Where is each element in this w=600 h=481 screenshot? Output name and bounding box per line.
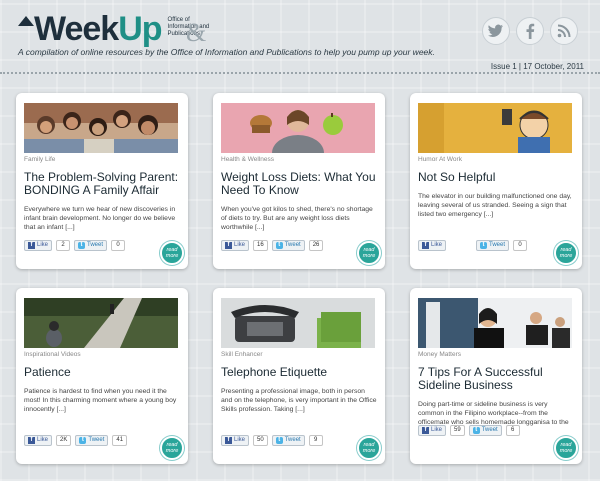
share-bar: f Like 2K t Tweet 41 <box>24 435 128 446</box>
twitter-bird-icon: t <box>480 242 488 249</box>
facebook-like-button[interactable]: f Like <box>418 240 447 251</box>
tweet-button[interactable]: t Tweet <box>271 240 305 251</box>
article-title[interactable]: Weight Loss Diets: What You Need To Know <box>221 171 377 197</box>
page-header: WeekUp Office of Information and Publica… <box>0 0 600 76</box>
tagline: A compilation of online resources by the… <box>18 47 435 57</box>
article-card[interactable]: Health & Wellness Weight Loss Diets: Wha… <box>213 93 385 269</box>
twitter-icon[interactable] <box>482 17 510 45</box>
share-bar: f Like 2 t Tweet 0 <box>24 240 126 251</box>
share-bar: f Like 16 t Tweet 26 <box>221 240 324 251</box>
like-count: 59 <box>450 425 465 436</box>
like-count: 2K <box>56 435 72 446</box>
tweet-button[interactable]: t Tweet <box>74 240 108 251</box>
facebook-f-icon: f <box>422 242 429 249</box>
article-title[interactable]: Telephone Etiquette <box>221 366 377 379</box>
twitter-bird-icon: t <box>79 437 87 444</box>
twitter-bird-icon: t <box>78 242 86 249</box>
article-category[interactable]: Health & Wellness <box>221 156 377 163</box>
facebook-like-button[interactable]: f Like <box>418 425 447 436</box>
like-count: 50 <box>253 435 268 446</box>
article-card[interactable]: Inspirational Videos Patience Patience i… <box>16 288 188 464</box>
article-excerpt: When you've got kilos to shed, there's n… <box>221 206 373 231</box>
logo-roof-icon <box>18 16 34 30</box>
article-excerpt: Everywhere we turn we hear of new discov… <box>24 206 176 231</box>
tweet-button[interactable]: t Tweet <box>468 425 502 436</box>
issue-date: Issue 1 | 17 October, 2011 <box>490 62 584 71</box>
twitter-bird-icon: t <box>275 242 283 249</box>
read-more-button[interactable]: read more <box>160 436 184 460</box>
twitter-bird-icon: t <box>275 437 283 444</box>
tweet-count: 6 <box>505 425 520 436</box>
article-thumbnail-business[interactable] <box>418 298 572 348</box>
article-category[interactable]: Skill Enhancer <box>221 351 377 358</box>
facebook-f-icon: f <box>28 437 35 444</box>
read-more-button[interactable]: read more <box>554 241 578 265</box>
tweet-count: 41 <box>112 435 128 446</box>
article-card[interactable]: Skill Enhancer Telephone Etiquette Prese… <box>213 288 385 464</box>
rss-icon[interactable] <box>550 17 578 45</box>
article-thumbnail-cartoon[interactable] <box>418 103 572 153</box>
facebook-f-icon: f <box>422 427 429 434</box>
article-thumbnail-telephone[interactable] <box>221 298 375 348</box>
facebook-f-icon: f <box>28 242 35 249</box>
article-category[interactable]: Inspirational Videos <box>24 351 180 358</box>
article-category[interactable]: Family Life <box>24 156 180 163</box>
tweet-button[interactable]: t Tweet <box>75 435 109 446</box>
logo-ampersand: & <box>186 18 207 47</box>
article-thumbnail-patience[interactable] <box>24 298 178 348</box>
article-excerpt: Patience is hardest to find when you nee… <box>24 388 177 413</box>
article-title[interactable]: The Problem-Solving Parent: BONDING A Fa… <box>24 171 180 197</box>
read-more-button[interactable]: read more <box>357 436 381 460</box>
article-excerpt: The elevator in our building malfunction… <box>418 193 572 218</box>
facebook-like-button[interactable]: f Like <box>24 240 53 251</box>
facebook-icon[interactable] <box>516 17 544 45</box>
read-more-button[interactable]: read more <box>554 436 578 460</box>
article-title[interactable]: Patience <box>24 366 180 379</box>
twitter-bird-icon: t <box>472 427 480 434</box>
facebook-like-button[interactable]: f Like <box>24 435 53 446</box>
read-more-button[interactable]: read more <box>160 241 184 265</box>
article-card[interactable]: Family Life The Problem-Solving Parent: … <box>16 93 188 269</box>
article-card[interactable]: Humor At Work Not So Helpful The elevato… <box>410 93 582 269</box>
like-count: 2 <box>56 240 71 251</box>
tweet-count: 9 <box>308 435 323 446</box>
article-category[interactable]: Money Matters <box>418 351 574 358</box>
article-excerpt: Presenting a professional image, both in… <box>221 388 377 413</box>
tweet-count: 0 <box>513 240 528 251</box>
article-category[interactable]: Humor At Work <box>418 156 574 163</box>
article-title[interactable]: Not So Helpful <box>418 171 574 184</box>
facebook-like-button[interactable]: f Like <box>221 240 250 251</box>
share-bar: f Like 59 t Tweet 6 <box>418 425 520 436</box>
tweet-count: 26 <box>308 240 324 251</box>
tweet-count: 0 <box>111 240 126 251</box>
facebook-f-icon: f <box>225 437 232 444</box>
article-card[interactable]: Money Matters 7 Tips For A Successful Si… <box>410 288 582 464</box>
facebook-like-button[interactable]: f Like <box>221 435 250 446</box>
social-links <box>482 17 578 45</box>
article-thumbnail-family[interactable] <box>24 103 178 153</box>
article-thumbnail-diet[interactable] <box>221 103 375 153</box>
like-count: 16 <box>253 240 268 251</box>
tweet-button[interactable]: t Tweet <box>271 435 305 446</box>
share-bar: f Like t Tweet 0 <box>418 240 528 251</box>
facebook-f-icon: f <box>225 242 232 249</box>
tweet-button[interactable]: t Tweet <box>476 240 510 251</box>
read-more-button[interactable]: read more <box>357 241 381 265</box>
logo-text: WeekUp <box>34 10 163 48</box>
article-title[interactable]: 7 Tips For A Successful Sideline Busines… <box>418 366 574 392</box>
share-bar: f Like 50 t Tweet 9 <box>221 435 323 446</box>
header-divider <box>0 72 600 74</box>
